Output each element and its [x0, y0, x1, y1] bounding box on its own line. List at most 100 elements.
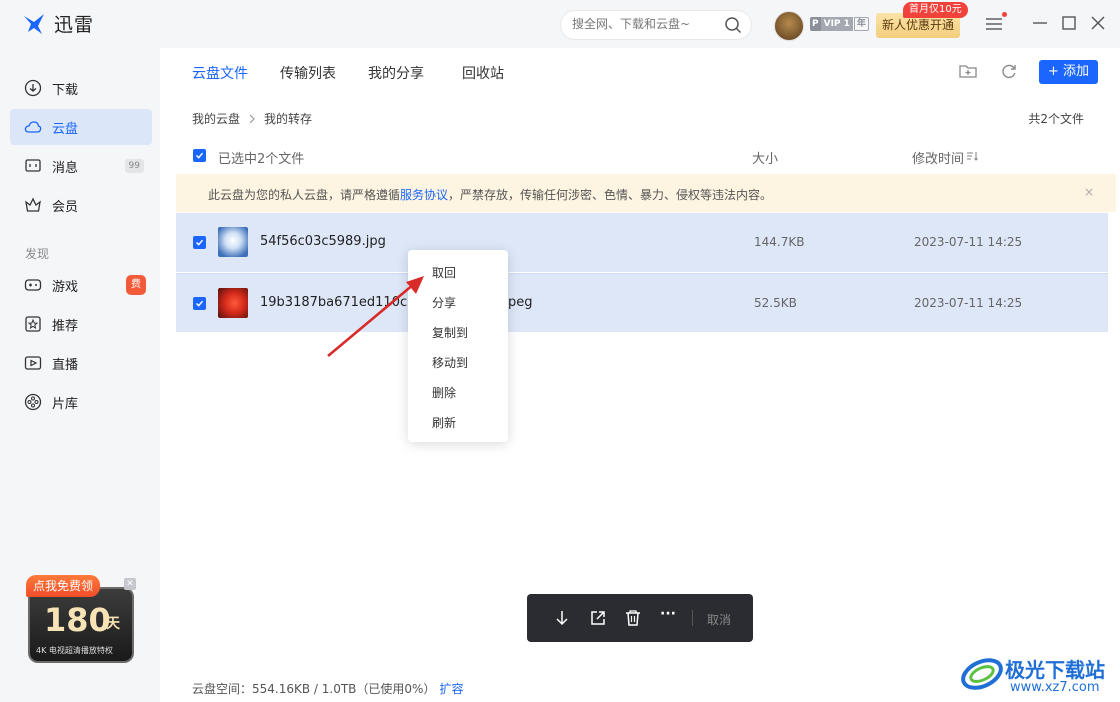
expand-storage-link[interactable]: 扩容: [439, 682, 463, 696]
tab-cloud-files[interactable]: 云盘文件: [192, 63, 248, 83]
notification-dot: [1002, 12, 1007, 17]
sidebar-item-member[interactable]: 会员: [10, 187, 152, 223]
star-icon: [25, 316, 41, 332]
close-notice-icon[interactable]: ×: [1084, 185, 1094, 199]
menu-item-refresh[interactable]: 刷新: [432, 414, 456, 431]
check-icon: [195, 300, 204, 307]
close-icon[interactable]: [1089, 14, 1107, 32]
thunder-bird-icon: [24, 13, 44, 34]
size-column-header[interactable]: 大小: [752, 148, 778, 167]
menu-item-copy-to[interactable]: 复制到: [432, 324, 468, 341]
promo-card-body: 180 天 4K 电视超清播放特权: [28, 587, 134, 663]
close-promo-icon[interactable]: ✕: [124, 578, 136, 590]
tab-my-shares[interactable]: 我的分享: [368, 63, 424, 83]
sidebar-item-recommend[interactable]: 推荐: [10, 306, 152, 342]
promo-days-number: 180: [44, 601, 111, 639]
sidebar-item-cloud[interactable]: 云盘: [10, 109, 152, 145]
add-button[interactable]: + 添加: [1039, 60, 1098, 84]
discover-section-label: 发现: [25, 247, 50, 261]
site-watermark: 极光下载站 www.xz7.com: [960, 650, 1115, 700]
crown-icon: [25, 197, 41, 212]
menu-item-share[interactable]: 分享: [432, 294, 456, 311]
cloud-icon: [24, 121, 42, 133]
row-checkbox[interactable]: [193, 297, 206, 310]
app-logo: 迅雷: [22, 10, 94, 37]
table-row[interactable]: 54f56c03c5989.jpg 144.7KB 2023-07-11 14:…: [176, 213, 1108, 272]
sidebar-item-label: 推荐: [52, 318, 79, 334]
vip-promo-card[interactable]: 点我免费领 180 天 4K 电视超清播放特权: [26, 575, 136, 665]
message-icon: [25, 159, 41, 172]
sidebar-item-label: 云盘: [52, 121, 79, 137]
sidebar-item-label: 会员: [52, 199, 79, 215]
file-size: 52.5KB: [754, 296, 797, 310]
sidebar-item-live[interactable]: 直播: [10, 345, 152, 381]
sort-icon[interactable]: [966, 151, 978, 161]
chevron-right-icon: [249, 114, 255, 123]
menu-item-retrieve[interactable]: 取回: [432, 264, 456, 281]
promo-card-title: 点我免费领: [26, 575, 101, 597]
message-count-badge: 99: [124, 159, 144, 173]
tab-transfer-list[interactable]: 传输列表: [280, 63, 336, 83]
sidebar-item-label: 直播: [52, 357, 79, 373]
trash-icon[interactable]: [624, 609, 642, 627]
image-thumbnail: [218, 288, 248, 318]
cancel-selection-button[interactable]: 取消: [707, 611, 731, 628]
file-name-tail: peg: [508, 295, 533, 310]
selected-count-label: 已选中2个文件: [218, 152, 305, 167]
select-all-checkbox[interactable]: [193, 149, 206, 162]
table-row[interactable]: 19b3187ba671ed110c peg 52.5KB 2023-07-11…: [176, 273, 1108, 332]
live-tv-icon: [24, 356, 42, 370]
check-icon: [195, 152, 204, 159]
tab-recycle-bin[interactable]: 回收站: [462, 63, 504, 83]
menu-item-move-to[interactable]: 移动到: [432, 354, 468, 371]
check-icon: [195, 239, 204, 246]
vip-badge: P VIP 1 年: [810, 17, 869, 31]
download-icon: [24, 79, 42, 97]
notice-prefix: 此云盘为您的私人云盘，请严格遵循: [208, 188, 401, 202]
search-box[interactable]: [560, 10, 752, 40]
new-folder-icon[interactable]: [958, 61, 978, 81]
breadcrumb: 我的云盘 我的转存: [192, 110, 312, 127]
menu-icon[interactable]: [985, 16, 1003, 32]
sidebar-item-label: 消息: [52, 160, 79, 176]
vip-p-label: P: [810, 17, 821, 31]
notice-text: 此云盘为您的私人云盘，请严格遵循服务协议，严禁存放，传输任何涉密、色情、暴力、侵…: [208, 186, 772, 203]
sidebar-item-download[interactable]: 下载: [10, 70, 152, 106]
menu-item-delete[interactable]: 删除: [432, 384, 456, 401]
app-title: 迅雷: [54, 14, 95, 36]
file-modified: 2023-07-11 14:25: [914, 296, 1023, 310]
avatar[interactable]: [774, 11, 804, 41]
promo-days-unit: 天: [106, 616, 120, 632]
vip-period-label: 年: [853, 17, 869, 31]
file-size: 144.7KB: [754, 235, 805, 249]
gamepad-icon: [24, 279, 42, 291]
breadcrumb-current: 我的转存: [264, 112, 313, 126]
promo-card-subtitle: 4K 电视超清播放特权: [36, 646, 113, 655]
storage-usage-text: 云盘空间：554.16KB / 1.0TB（已使用0%）: [192, 682, 436, 696]
sidebar-item-library[interactable]: 片库: [10, 384, 152, 420]
title-bar: 迅雷 P VIP 1 年 新人优惠开通 首月仅10元: [0, 0, 1120, 48]
file-name: 54f56c03c5989.jpg: [260, 234, 386, 249]
file-count: 共2个文件: [1028, 112, 1084, 126]
share-icon[interactable]: [589, 609, 607, 627]
sidebar-item-label: 游戏: [52, 279, 79, 295]
sidebar-item-messages[interactable]: 消息 99: [10, 148, 152, 184]
service-agreement-link[interactable]: 服务协议: [400, 188, 448, 202]
download-icon[interactable]: [553, 609, 571, 627]
more-options-icon[interactable]: ···: [660, 606, 678, 624]
modified-column-header[interactable]: 修改时间: [912, 148, 964, 167]
refresh-icon[interactable]: [999, 61, 1019, 81]
maximize-icon[interactable]: [1060, 14, 1078, 32]
notice-banner: 此云盘为您的私人云盘，请严格遵循服务协议，严禁存放，传输任何涉密、色情、暴力、侵…: [176, 174, 1116, 212]
sidebar-item-games[interactable]: 游戏 费: [10, 267, 152, 303]
breadcrumb-root[interactable]: 我的云盘: [192, 110, 240, 127]
search-icon[interactable]: [724, 16, 742, 34]
row-checkbox[interactable]: [193, 236, 206, 249]
sidebar-item-label: 下载: [52, 82, 79, 98]
action-bar-divider: [692, 610, 693, 626]
search-input[interactable]: [572, 17, 722, 31]
list-header: 已选中2个文件 大小 修改时间: [176, 140, 1108, 172]
vip-level-label: VIP 1: [820, 17, 853, 31]
minimize-icon[interactable]: [1031, 14, 1049, 32]
file-modified: 2023-07-11 14:25: [914, 235, 1023, 249]
